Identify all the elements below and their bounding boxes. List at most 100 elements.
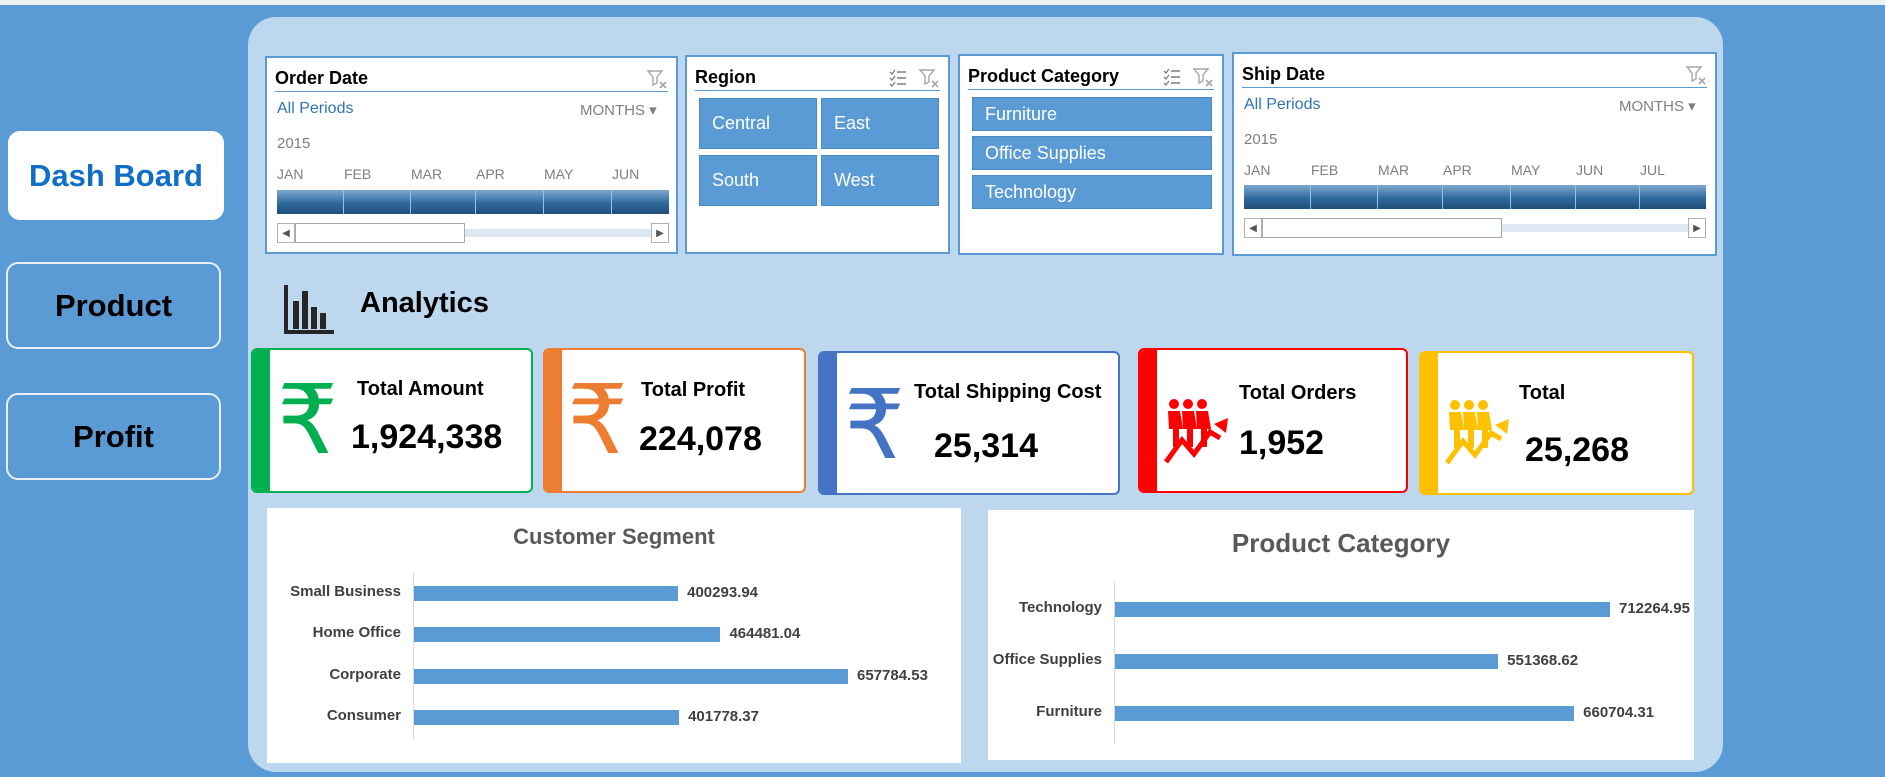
people-growth-icon — [1163, 396, 1230, 471]
scroll-left-icon[interactable]: ◀ — [1244, 218, 1262, 238]
scroll-right-icon[interactable]: ▶ — [651, 223, 669, 243]
month-label: JAN — [1244, 162, 1271, 178]
region-item-west[interactable]: West — [821, 155, 939, 206]
bar-category-label: Technology — [1018, 599, 1102, 616]
month-labels: JAN FEB MAR APR MAY JUN JUL — [1244, 162, 1680, 178]
bar[interactable] — [414, 627, 721, 642]
bar-value-label: 401778.37 — [688, 708, 759, 725]
customer-segment-chart: Customer Segment Small Business 400293.94… — [267, 508, 961, 763]
bar-category-label: Office Supplies — [992, 651, 1102, 668]
month-label: MAR — [411, 166, 443, 182]
bar[interactable] — [414, 586, 679, 601]
time-level-select[interactable]: MONTHS ▾ — [1619, 97, 1696, 115]
bar-category-label: Small Business — [290, 583, 401, 600]
bar[interactable] — [414, 710, 680, 725]
chart-title: Product Category — [1231, 528, 1451, 558]
month-label: JUN — [1576, 162, 1604, 178]
month-label: JUN — [612, 166, 640, 182]
all-periods-label[interactable]: All Periods — [277, 100, 353, 118]
category-item-technology[interactable]: Technology — [972, 175, 1212, 209]
profit-button[interactable]: Profit — [6, 393, 221, 480]
kpi-card-total-shipping-cost: ₹ Total Shipping Cost 25,314 — [818, 351, 1120, 495]
kpi-value: 1,952 — [1239, 424, 1325, 462]
kpi-value: 25,314 — [934, 427, 1038, 465]
category-item-furniture[interactable]: Furniture — [972, 97, 1212, 131]
product-category-slicer: Product Category Furniture Office Suppli… — [958, 54, 1224, 255]
bar-category-label: Furniture — [1036, 703, 1102, 720]
bar[interactable] — [1115, 706, 1575, 721]
scroll-left-icon[interactable]: ◀ — [277, 223, 295, 243]
scroll-thumb[interactable] — [1262, 218, 1502, 238]
rupee-icon: ₹ — [844, 369, 906, 481]
bar-value-label: 464481.04 — [729, 625, 801, 642]
region-item-south[interactable]: South — [699, 155, 817, 206]
bar-value-label: 400293.94 — [687, 584, 759, 601]
clear-filter-icon[interactable] — [1685, 64, 1707, 86]
month-label: FEB — [344, 166, 372, 182]
month-label: MAY — [1511, 162, 1541, 178]
bar-value-label: 712264.95 — [1619, 600, 1690, 617]
analytics-icon — [283, 283, 335, 335]
year-label: 2015 — [277, 135, 311, 152]
analytics-title: Analytics — [360, 287, 489, 319]
scroll-thumb[interactable] — [295, 223, 465, 243]
kpi-title: Total Shipping Cost — [914, 381, 1102, 403]
time-level-select[interactable]: MONTHS ▾ — [580, 101, 657, 119]
month-label: APR — [476, 166, 505, 182]
chevron-down-icon: ▾ — [1688, 98, 1696, 115]
year-label: 2015 — [1244, 131, 1278, 148]
clear-filter-icon[interactable] — [646, 68, 668, 90]
bar-category-label: Corporate — [329, 666, 401, 683]
bar-value-label: 660704.31 — [1583, 704, 1655, 721]
slicer-title: Order Date — [275, 68, 369, 88]
ship-date-slicer: Ship Date All Periods MONTHS ▾ 2015 JAN … — [1232, 52, 1717, 256]
bar-value-label: 657784.53 — [857, 667, 928, 684]
clear-filter-icon[interactable] — [1192, 66, 1214, 88]
all-periods-label[interactable]: All Periods — [1244, 96, 1320, 114]
clear-filter-icon[interactable] — [918, 67, 940, 89]
kpi-card-total-amount: ₹ Total Amount 1,924,338 — [251, 348, 533, 493]
timeline-bar[interactable] — [1244, 185, 1706, 209]
slicer-title: Product Category — [968, 66, 1120, 86]
timeline-bar[interactable] — [277, 190, 669, 214]
slicer-title: Ship Date — [1242, 64, 1326, 84]
bar[interactable] — [414, 669, 848, 684]
product-button[interactable]: Product — [6, 262, 221, 349]
rupee-icon: ₹ — [567, 364, 629, 476]
window-top-border — [0, 0, 1885, 5]
bar-value-label: 551368.62 — [1507, 652, 1579, 669]
timeline-scrollbar[interactable]: ◀ ▶ — [1244, 218, 1706, 238]
dashboard-button[interactable]: Dash Board — [8, 131, 224, 220]
chevron-down-icon: ▾ — [649, 102, 657, 119]
bar[interactable] — [1115, 654, 1499, 669]
kpi-value: 25,268 — [1525, 431, 1629, 469]
kpi-card-total-profit: ₹ Total Profit 224,078 — [543, 348, 806, 493]
region-item-central[interactable]: Central — [699, 98, 817, 149]
region-item-east[interactable]: East — [821, 98, 939, 149]
multi-select-icon[interactable] — [1162, 67, 1182, 87]
bar-category-label: Consumer — [326, 707, 401, 724]
month-label: MAR — [1378, 162, 1410, 178]
slicer-title: Region — [695, 67, 756, 87]
bar[interactable] — [1115, 602, 1610, 617]
kpi-card-total-orders: Total Orders 1,952 — [1138, 348, 1408, 493]
kpi-title: Total — [1519, 382, 1566, 404]
kpi-value: 224,078 — [639, 420, 762, 458]
region-slicer: Region Central East South West — [685, 55, 950, 254]
people-growth-icon — [1444, 397, 1511, 472]
month-label: APR — [1443, 162, 1472, 178]
month-label: FEB — [1311, 162, 1339, 178]
kpi-title: Total Profit — [641, 379, 746, 401]
scroll-right-icon[interactable]: ▶ — [1688, 218, 1706, 238]
month-label: MAY — [544, 166, 574, 182]
bar-category-label: Home Office — [312, 624, 401, 641]
product-category-chart: Product Category Technology 712264.95 Offi… — [988, 510, 1694, 760]
month-label: JAN — [277, 166, 304, 182]
kpi-value: 1,924,338 — [351, 418, 503, 456]
timeline-scrollbar[interactable]: ◀ ▶ — [277, 223, 669, 243]
order-date-slicer: Order Date All Periods MONTHS ▾ 2015 JAN… — [265, 56, 678, 254]
category-item-office-supplies[interactable]: Office Supplies — [972, 136, 1212, 170]
month-labels: JAN FEB MAR APR MAY JUN — [277, 166, 662, 182]
kpi-card-total: Total 25,268 — [1419, 351, 1694, 495]
multi-select-icon[interactable] — [888, 68, 908, 88]
